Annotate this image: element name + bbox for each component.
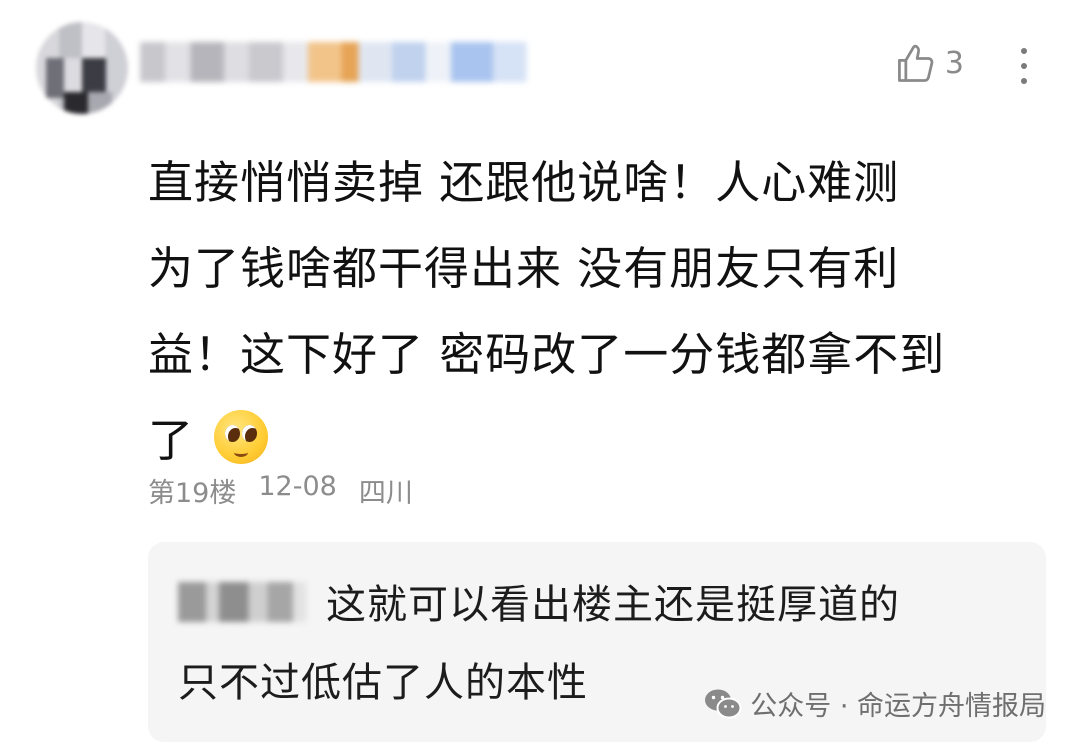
comment-line: 直接悄悄卖掉 还跟他说啥！人心难测 bbox=[148, 156, 900, 209]
like-count: 3 bbox=[944, 46, 964, 81]
comment-date: 12-08 bbox=[258, 471, 337, 502]
comment-text: 直接悄悄卖掉 还跟他说啥！人心难测 为了钱啥都干得出来 没有朋友只有利 益！这下… bbox=[148, 140, 1048, 484]
comment-line-text: 了 bbox=[148, 414, 195, 467]
wechat-icon bbox=[704, 688, 742, 720]
comment-meta: 第19楼 12-08 四川 bbox=[148, 471, 413, 510]
comment-line: 为了钱啥都干得出来 没有朋友只有利 bbox=[148, 242, 900, 295]
watermark-text: 公众号 · 命运方舟情报局 bbox=[750, 691, 1046, 722]
more-options-icon[interactable] bbox=[1018, 44, 1030, 88]
comment-page: 3 直接悄悄卖掉 还跟他说啥！人心难测 为了钱啥都干得出来 没有朋友只有利 益！… bbox=[0, 0, 1080, 745]
floor-number: 第19楼 bbox=[148, 478, 237, 509]
avatar[interactable] bbox=[36, 22, 128, 114]
comment-line: 益！这下好了 密码改了一分钱都拿不到 bbox=[148, 328, 946, 381]
reply-line: 这就可以看出楼主还是挺厚道的 bbox=[326, 582, 900, 628]
pleading-face-emoji-icon bbox=[214, 410, 269, 464]
comment-location: 四川 bbox=[358, 478, 413, 509]
thumbs-up-icon bbox=[893, 42, 937, 86]
like-button[interactable]: 3 bbox=[893, 42, 964, 86]
username-blurred[interactable] bbox=[140, 42, 560, 82]
watermark: 公众号 · 命运方舟情报局 bbox=[704, 684, 1046, 723]
